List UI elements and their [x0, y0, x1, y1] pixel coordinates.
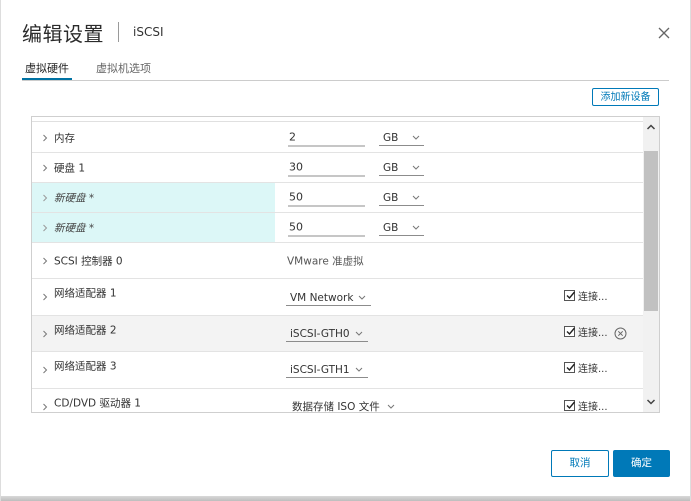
row-label: 新硬盘 * — [54, 192, 95, 204]
scroll-down-icon[interactable] — [643, 394, 659, 410]
chevron-down-icon — [412, 195, 420, 200]
network-adapter-3-select[interactable]: iSCSI-GTH1 — [286, 362, 368, 378]
new-disk-2-unit-select[interactable]: GB — [379, 220, 424, 236]
network-adapter-2-select[interactable]: iSCSI-GTH0 — [286, 326, 368, 342]
network-value: iSCSI-GTH1 — [290, 364, 350, 376]
new-disk-1-unit-select[interactable]: GB — [379, 190, 424, 206]
window-bottom-edge — [1, 496, 690, 501]
dialog-title: 编辑设置 — [22, 21, 104, 46]
new-disk-1-size-input[interactable]: 50 — [288, 189, 365, 206]
dialog-header: 编辑设置 iSCSI — [22, 18, 164, 46]
row-new-hard-disk-1: 新硬盘 * 50 GB — [32, 183, 643, 213]
chevron-right-icon[interactable] — [41, 293, 49, 301]
tab-vm-options[interactable]: 虚拟机选项 — [96, 60, 151, 76]
row-label: 网络适配器 1 — [54, 287, 117, 300]
scroll-up-icon[interactable] — [643, 119, 659, 135]
chevron-down-icon — [355, 331, 362, 336]
remove-device-icon[interactable] — [614, 325, 627, 340]
chevron-right-icon[interactable] — [41, 134, 49, 142]
cd-dvd-media-select[interactable]: 数据存储 ISO 文件 — [288, 399, 398, 413]
row-network-adapter-3: 网络适配器 3 iSCSI-GTH1 连接... — [32, 352, 643, 389]
chevron-right-icon[interactable] — [41, 224, 49, 232]
connect-label: 连接... — [578, 327, 608, 339]
chevron-right-icon[interactable] — [41, 403, 49, 411]
row-label: 新硬盘 * — [54, 222, 95, 234]
row-label: 网络适配器 3 — [54, 360, 117, 373]
connect-label: 连接... — [578, 291, 608, 303]
unit-value: GB — [383, 191, 399, 204]
row-scsi-controller-0: SCSI 控制器 0 VMware 准虚拟 — [32, 243, 643, 279]
memory-size-input[interactable]: 2 — [288, 129, 365, 146]
chevron-down-icon — [412, 165, 420, 170]
chevron-down-icon — [412, 135, 420, 140]
hardware-table: 内存 2 GB 硬盘 1 30 GB 新硬盘 * 50 GB 新硬盘 * 50 … — [31, 116, 660, 413]
network-adapter-3-connect[interactable]: 连接... — [564, 359, 608, 375]
memory-unit-select[interactable]: GB — [379, 130, 424, 146]
chevron-right-icon[interactable] — [41, 366, 49, 374]
unit-value: GB — [383, 161, 399, 174]
tab-virtual-hardware[interactable]: 虚拟硬件 — [22, 60, 72, 80]
row-network-adapter-1: 网络适配器 1 VM Network 连接... — [32, 279, 643, 316]
network-adapter-1-connect[interactable]: 连接... — [564, 287, 608, 303]
cancel-button[interactable]: 取消 — [551, 450, 609, 477]
connect-label: 连接... — [578, 363, 608, 375]
media-value: 数据存储 ISO 文件 — [292, 401, 380, 413]
checkbox-checked-icon[interactable] — [564, 399, 576, 411]
row-label: 网络适配器 2 — [54, 324, 117, 337]
network-value: VM Network — [290, 292, 354, 304]
network-adapter-1-select[interactable]: VM Network — [286, 290, 372, 306]
chevron-down-icon — [412, 225, 420, 230]
chevron-right-icon[interactable] — [41, 164, 49, 172]
chevron-right-icon[interactable] — [41, 330, 49, 338]
checkbox-checked-icon[interactable] — [564, 289, 576, 301]
ok-button[interactable]: 确定 — [613, 450, 670, 477]
hard-disk-1-unit-select[interactable]: GB — [379, 160, 424, 176]
edit-settings-dialog: 编辑设置 iSCSI 虚拟硬件 虚拟机选项 添加新设备 内存 2 GB 硬盘 1… — [0, 0, 691, 501]
connect-label: 连接... — [578, 401, 608, 413]
chevron-right-icon[interactable] — [41, 257, 49, 265]
vertical-scrollbar[interactable] — [643, 117, 659, 412]
chevron-down-icon — [355, 367, 362, 372]
scrollbar-thumb[interactable] — [644, 151, 658, 311]
row-label: 内存 — [54, 132, 75, 144]
add-new-device-button[interactable]: 添加新设备 — [592, 88, 659, 106]
scsi-controller-type: VMware 准虚拟 — [287, 255, 364, 267]
row-hard-disk-1: 硬盘 1 30 GB — [32, 153, 643, 183]
row-label: CD/DVD 驱动器 1 — [54, 397, 141, 410]
close-icon[interactable] — [655, 24, 673, 42]
row-new-hard-disk-2: 新硬盘 * 50 GB — [32, 213, 643, 243]
network-adapter-2-connect[interactable]: 连接... — [564, 323, 608, 339]
tab-bar: 虚拟硬件 虚拟机选项 — [22, 58, 669, 81]
row-memory: 内存 2 GB — [32, 123, 643, 153]
network-value: iSCSI-GTH0 — [290, 328, 350, 340]
row-label: 硬盘 1 — [54, 162, 86, 174]
unit-value: GB — [383, 221, 399, 234]
chevron-down-icon — [387, 404, 395, 409]
row-label: SCSI 控制器 0 — [54, 255, 123, 267]
title-divider — [118, 22, 119, 42]
row-network-adapter-2: 网络适配器 2 iSCSI-GTH0 连接... — [32, 316, 643, 352]
checkbox-checked-icon[interactable] — [564, 361, 576, 373]
cd-dvd-connect[interactable]: 连接... — [564, 397, 608, 413]
row-cd-dvd-drive-1: CD/DVD 驱动器 1 数据存储 ISO 文件 连接... — [32, 389, 643, 413]
checkbox-checked-icon[interactable] — [564, 325, 576, 337]
dialog-subtitle: iSCSI — [133, 25, 164, 39]
chevron-right-icon[interactable] — [41, 194, 49, 202]
new-disk-2-size-input[interactable]: 50 — [288, 219, 365, 236]
chevron-down-icon — [359, 295, 366, 300]
hard-disk-1-size-input[interactable]: 30 — [288, 159, 365, 176]
hardware-rows: 内存 2 GB 硬盘 1 30 GB 新硬盘 * 50 GB 新硬盘 * 50 … — [32, 123, 643, 413]
unit-value: GB — [383, 131, 399, 144]
